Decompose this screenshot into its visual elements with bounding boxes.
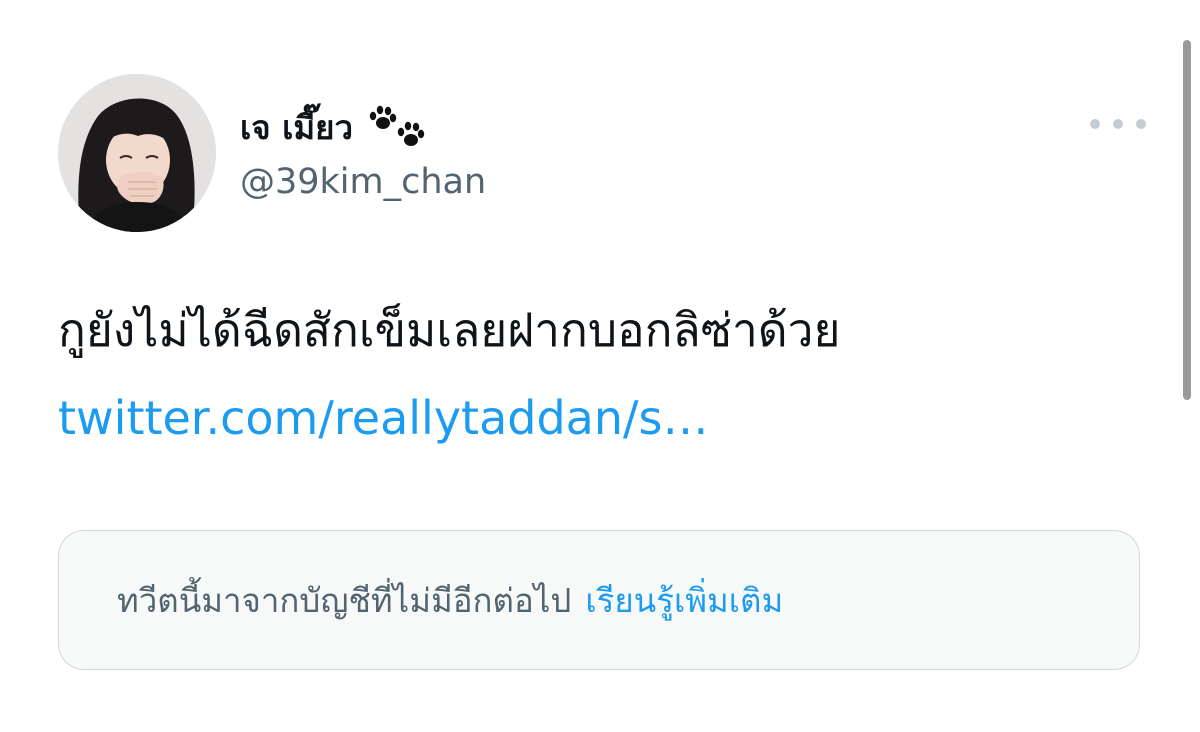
more-horizontal-icon	[1090, 119, 1100, 129]
more-horizontal-icon-dot	[1113, 119, 1123, 129]
tweet-link[interactable]: twitter.com/reallytaddan/s…	[58, 388, 708, 448]
tweet-text: กูยังไม่ได้ฉีดสักเข็มเลยฝากบอกลิซ่าด้วย	[58, 303, 841, 357]
learn-more-link[interactable]: เรียนรู้เพิ่มเติม	[585, 574, 783, 627]
tweet-page: เจ เมี๊ยว @39kim_chan กูยังไม่ได้ฉีดสักเ…	[0, 0, 1200, 732]
user-handle[interactable]: @39kim_chan	[240, 162, 486, 202]
more-horizontal-icon-dot	[1136, 119, 1146, 129]
more-options-button[interactable]	[1090, 110, 1146, 138]
notice-message: ทวีตนี้มาจากบัญชีที่ไม่มีอีกต่อไป	[117, 580, 572, 620]
unavailable-account-notice: ทวีตนี้มาจากบัญชีที่ไม่มีอีกต่อไป เรียนร…	[58, 530, 1140, 670]
scrollbar[interactable]	[1183, 40, 1191, 400]
avatar-photo	[58, 74, 216, 232]
display-name-text: เจ เมี๊ยว	[240, 107, 354, 147]
display-name[interactable]: เจ เมี๊ยว	[240, 102, 429, 152]
avatar[interactable]	[58, 74, 216, 232]
paw-prints-icon	[365, 104, 429, 150]
